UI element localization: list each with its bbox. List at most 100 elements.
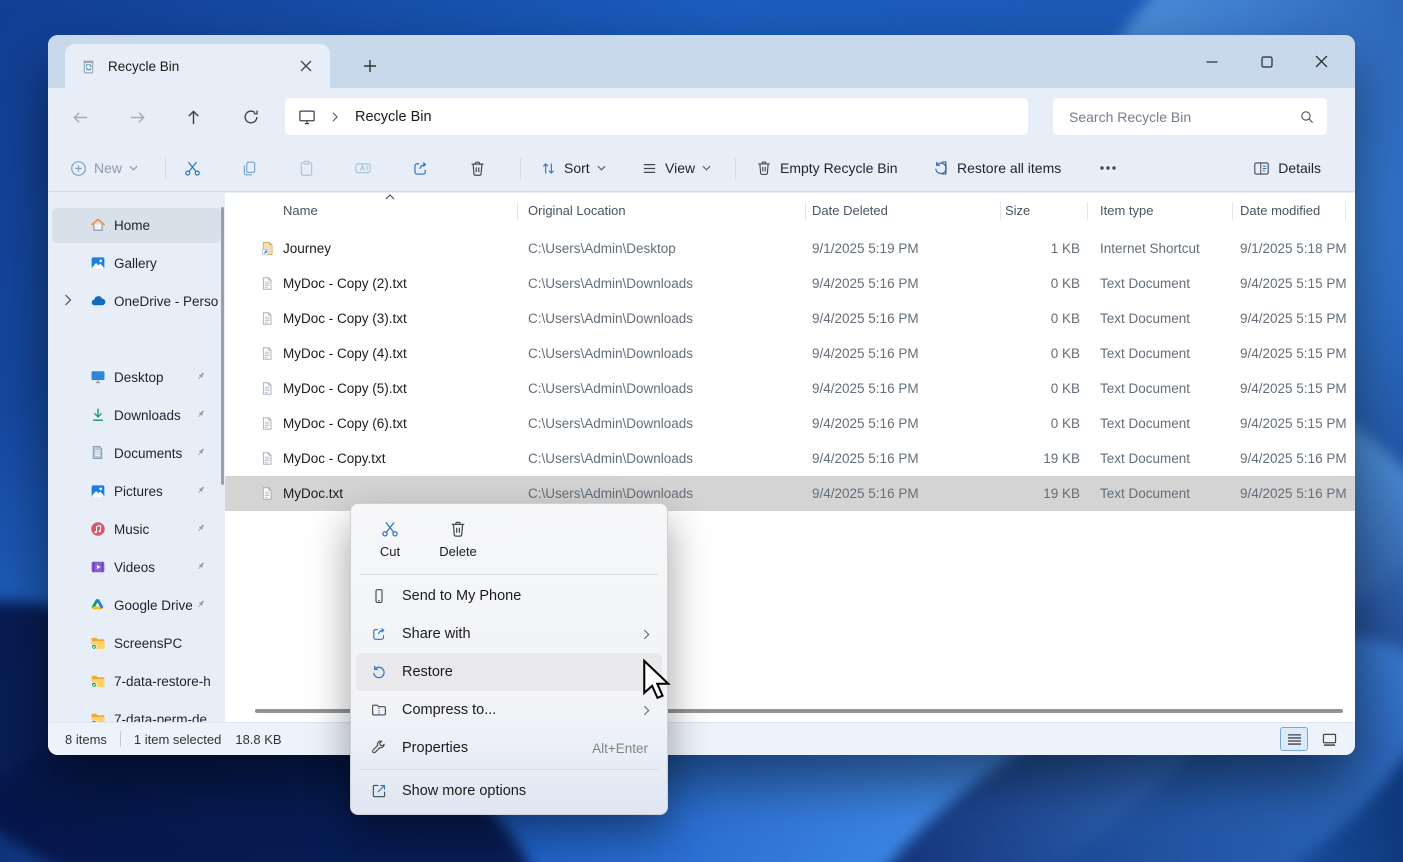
column-header-location[interactable]: Original Location [528, 193, 626, 229]
sidebar-item-label: Gallery [114, 256, 157, 271]
pin-icon [194, 408, 207, 421]
column-divider[interactable] [805, 202, 806, 220]
sort-arrows-icon [540, 160, 557, 177]
sidebar-item-screenspc[interactable]: ScreensPC [52, 626, 221, 661]
file-rows: Journey C:\Users\Admin\Desktop 9/1/2025 … [225, 231, 1355, 511]
copy-button[interactable] [229, 151, 269, 185]
sidebar-item-music[interactable]: Music [52, 512, 221, 547]
file-name: MyDoc - Copy (4).txt [283, 336, 407, 371]
file-type: Text Document [1100, 441, 1190, 476]
search-icon[interactable] [1299, 109, 1315, 125]
file-type: Text Document [1100, 336, 1190, 371]
file-row[interactable]: MyDoc - Copy (4).txt C:\Users\Admin\Down… [225, 336, 1355, 371]
minimize-button[interactable] [1184, 44, 1239, 80]
tab-close-icon[interactable] [294, 54, 318, 78]
menu-item-send-to-my-phone[interactable]: Send to My Phone [356, 577, 662, 615]
file-row[interactable]: MyDoc - Copy.txt C:\Users\Admin\Download… [225, 441, 1355, 476]
status-divider [120, 731, 121, 747]
menu-item-compress-to[interactable]: Compress to... [356, 691, 662, 729]
chevron-right-icon[interactable] [64, 294, 72, 306]
column-divider[interactable] [1000, 202, 1001, 220]
menu-item-properties[interactable]: Properties Alt+Enter [356, 729, 662, 767]
google-drive-icon [89, 596, 106, 613]
file-row[interactable]: MyDoc - Copy (2).txt C:\Users\Admin\Down… [225, 266, 1355, 301]
text-document-icon [259, 310, 275, 327]
new-button[interactable]: New [62, 151, 146, 185]
delete-button[interactable] [457, 151, 497, 185]
sidebar-item-gallery[interactable]: Gallery [52, 246, 221, 281]
column-divider[interactable] [1232, 202, 1233, 220]
sidebar-item-pictures[interactable]: Pictures [52, 474, 221, 509]
menu-item-label: Compress to... [402, 702, 496, 718]
column-header-size[interactable]: Size [1005, 193, 1030, 229]
file-location: C:\Users\Admin\Downloads [528, 406, 693, 441]
file-size: 19 KB [980, 441, 1080, 476]
sidebar-item-google-drive[interactable]: Google Drive [52, 588, 221, 623]
large-icons-view-toggle[interactable] [1315, 727, 1343, 751]
tab-recycle-bin[interactable]: Recycle Bin [65, 44, 330, 88]
search-input[interactable] [1067, 108, 1299, 126]
details-pane-button[interactable]: Details [1244, 151, 1329, 185]
file-date-modified: 9/4/2025 5:15 PM [1240, 266, 1352, 301]
gallery-icon [89, 254, 107, 272]
close-button[interactable] [1294, 44, 1349, 80]
file-row[interactable]: MyDoc - Copy (6).txt C:\Users\Admin\Down… [225, 406, 1355, 441]
toolbar-divider [165, 158, 166, 179]
file-row[interactable]: MyDoc - Copy (5).txt C:\Users\Admin\Down… [225, 371, 1355, 406]
forward-button[interactable] [119, 99, 155, 135]
column-header-date-deleted[interactable]: Date Deleted [812, 193, 888, 229]
menu-item-label: Share with [402, 626, 471, 642]
share-button[interactable] [400, 151, 440, 185]
restore-all-items-button[interactable]: Restore all items [923, 151, 1070, 185]
cut-button[interactable] [172, 151, 212, 185]
text-document-icon [259, 345, 275, 362]
column-header-item-type[interactable]: Item type [1100, 193, 1153, 229]
file-date-modified: 9/4/2025 5:15 PM [1240, 336, 1352, 371]
breadcrumb-location[interactable]: Recycle Bin [355, 109, 432, 125]
new-tab-button[interactable] [356, 53, 384, 79]
maximize-button[interactable] [1239, 44, 1294, 80]
sidebar-item-onedrive[interactable]: OneDrive - Perso [52, 284, 221, 319]
sidebar-scrollbar[interactable] [221, 207, 224, 485]
sidebar-item-videos[interactable]: Videos [52, 550, 221, 585]
sort-button[interactable]: Sort [532, 151, 614, 185]
sidebar-item-desktop[interactable]: Desktop [52, 360, 221, 395]
file-date-modified: 9/1/2025 5:18 PM [1240, 231, 1352, 266]
submenu-chevron-icon [643, 705, 650, 716]
rename-button[interactable] [343, 151, 383, 185]
tab-title: Recycle Bin [108, 59, 179, 74]
column-divider[interactable] [1087, 202, 1088, 220]
view-toggles [1280, 727, 1343, 751]
menu-item-shortcut: Alt+Enter [592, 741, 652, 756]
context-cut-button[interactable]: Cut [358, 511, 422, 567]
menu-item-share-with[interactable]: Share with [356, 615, 662, 653]
sidebar-item-label: Desktop [114, 370, 164, 385]
sidebar-item-home[interactable]: Home [52, 208, 221, 243]
back-button[interactable] [62, 99, 98, 135]
more-options-icon[interactable] [1088, 151, 1128, 185]
paste-button[interactable] [286, 151, 326, 185]
breadcrumb[interactable]: Recycle Bin [285, 98, 1028, 135]
sidebar-item-documents[interactable]: Documents [52, 436, 221, 471]
sidebar-item-downloads[interactable]: Downloads [52, 398, 221, 433]
column-divider[interactable] [1345, 202, 1346, 220]
toolbar-divider [520, 158, 521, 179]
column-divider[interactable] [517, 202, 518, 220]
file-row[interactable]: MyDoc - Copy (3).txt C:\Users\Admin\Down… [225, 301, 1355, 336]
menu-item-label: Properties [402, 740, 468, 756]
menu-item-show-more-options[interactable]: Show more options [356, 772, 662, 810]
sidebar-item-7-data-restore[interactable]: 7-data-restore-h [52, 664, 221, 699]
column-header-name[interactable]: Name [283, 193, 318, 229]
refresh-button[interactable] [233, 99, 269, 135]
show-more-options-icon [368, 782, 390, 800]
tab-strip: Recycle Bin [48, 35, 1355, 88]
view-button[interactable]: View [633, 151, 719, 185]
context-delete-button[interactable]: Delete [426, 511, 490, 567]
up-button[interactable] [175, 99, 211, 135]
context-menu-quick-actions: Cut Delete [356, 509, 662, 572]
menu-item-restore[interactable]: Restore [356, 653, 662, 691]
details-view-toggle[interactable] [1280, 727, 1308, 751]
column-header-date-modified[interactable]: Date modified [1240, 193, 1320, 229]
empty-recycle-bin-button[interactable]: Empty Recycle Bin [746, 151, 906, 185]
file-row[interactable]: Journey C:\Users\Admin\Desktop 9/1/2025 … [225, 231, 1355, 266]
